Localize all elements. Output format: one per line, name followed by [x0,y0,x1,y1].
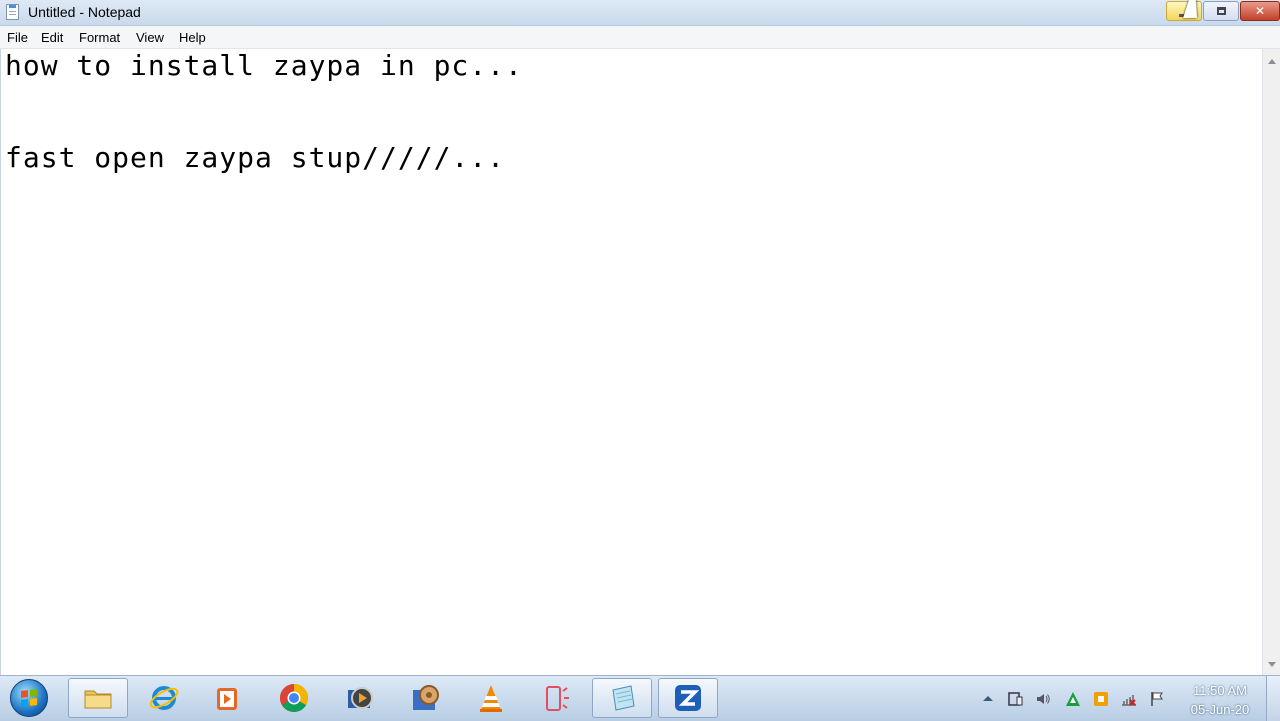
system-clock[interactable]: 11:50 AM 05-Jun-20 [1183,681,1257,719]
folder-icon [84,690,112,709]
taskbar-notepad[interactable] [592,678,652,718]
security-icon[interactable] [1093,691,1109,707]
vlc-icon [480,685,502,712]
media-player-icon [217,688,237,710]
photo-app-icon [413,685,439,710]
restore-button[interactable] [1203,1,1239,21]
green-app-icon[interactable] [1065,691,1081,707]
network-icon[interactable] [1121,691,1137,707]
taskbar-phone-app[interactable] [526,678,586,718]
menu-view[interactable]: View [136,30,164,45]
taskbar-media-app[interactable] [330,678,390,718]
taskbar-zapya[interactable] [658,678,718,718]
clock-time: 11:50 AM [1193,683,1247,698]
taskbar-media-player[interactable] [197,678,257,718]
menu-help[interactable]: Help [179,30,206,45]
taskbar-internet-explorer[interactable] [134,678,194,718]
media-app-icon [348,687,373,709]
notepad-app-icon [6,4,19,20]
clock-date: 05-Jun-20 [1190,702,1250,717]
show-hidden-icons-icon[interactable] [980,691,996,707]
device-icon[interactable] [1007,691,1023,707]
chrome-icon [280,684,308,712]
internet-explorer-icon [149,686,179,710]
menu-edit[interactable]: Edit [41,30,63,45]
taskbar-folder[interactable] [68,678,128,718]
restore-icon [1216,7,1226,15]
editor-line-3: fast open zaypa stup/////... [5,141,506,174]
text-editor[interactable]: how to install zaypa in pc... fast open … [0,49,1262,675]
editor-line-1: how to install zaypa in pc... [5,49,523,82]
menu-file[interactable]: File [7,30,28,45]
volume-icon[interactable] [1035,691,1051,707]
menu-bar: File Edit Format View Help [0,26,1280,49]
taskbar-vlc[interactable] [461,678,521,718]
start-button[interactable] [10,679,48,717]
zapya-icon [675,685,701,711]
scroll-down-arrow-icon[interactable] [1268,662,1276,667]
phone-app-icon [546,686,569,711]
show-desktop-button[interactable] [1266,676,1280,721]
title-bar[interactable]: Untitled - Notepad ✕ [0,0,1280,26]
window-title: Untitled - Notepad [28,4,141,20]
taskbar-photo-app[interactable] [395,678,455,718]
action-center-flag-icon[interactable] [1149,691,1165,707]
taskbar: 11:50 AM 05-Jun-20 [0,675,1280,721]
notepad-icon [612,685,635,711]
vertical-scrollbar[interactable] [1262,49,1280,675]
close-button[interactable]: ✕ [1240,1,1280,21]
taskbar-chrome[interactable] [264,678,324,718]
scroll-up-arrow-icon[interactable] [1268,59,1276,64]
close-icon: ✕ [1254,4,1266,18]
menu-format[interactable]: Format [79,30,120,45]
